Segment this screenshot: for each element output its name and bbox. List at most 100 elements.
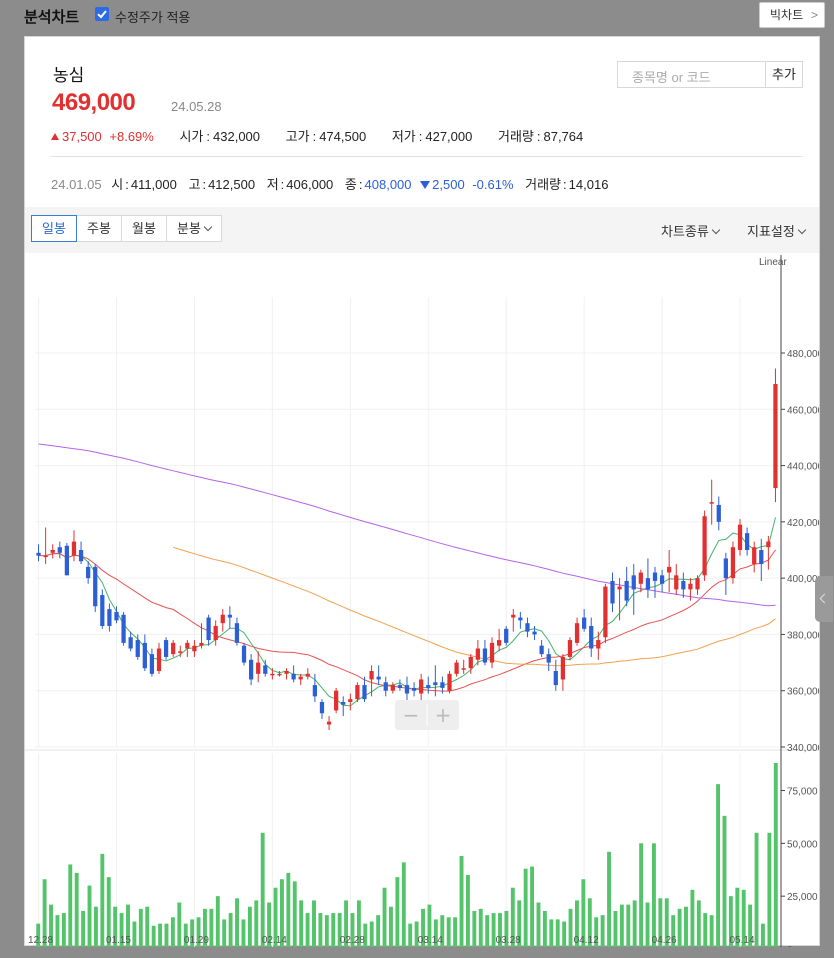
volume-bar xyxy=(68,864,73,947)
volume-bar xyxy=(55,915,60,947)
hover-close-label: 종 xyxy=(344,177,357,192)
candle-body xyxy=(546,654,551,663)
candle-body xyxy=(312,685,318,697)
side-panel-handle[interactable] xyxy=(815,576,833,622)
candle-body xyxy=(185,642,190,649)
candle-body xyxy=(277,673,282,676)
candle-body xyxy=(376,676,381,680)
tab-weekly[interactable]: 주봉 xyxy=(76,215,122,242)
y-tick-label: 380,000 xyxy=(787,630,819,641)
tab-daily[interactable]: 일봉 xyxy=(31,215,77,242)
candle-body xyxy=(121,614,126,643)
price-volume-chart[interactable]: 480,000460,000440,000420,000400,000380,0… xyxy=(25,253,819,947)
candle-body xyxy=(681,580,686,590)
volume-bar xyxy=(651,843,656,947)
add-stock-button[interactable]: 추가 xyxy=(765,61,803,88)
chart-type-menu[interactable]: 차트종류 xyxy=(661,221,721,240)
candle-body xyxy=(752,547,757,565)
volume-bar xyxy=(690,889,695,947)
chevron-down-icon xyxy=(711,225,721,235)
current-price: 469,000 xyxy=(52,89,136,116)
volume-bar xyxy=(331,913,336,947)
candle-body xyxy=(603,586,608,638)
y-tick-label: 340,000 xyxy=(787,743,819,754)
indicator-settings-menu[interactable]: 지표설정 xyxy=(747,221,807,240)
x-tick-label: 04.12 xyxy=(574,935,599,946)
candle-body xyxy=(390,685,395,691)
price-change-pct: +8.69% xyxy=(109,129,154,144)
candle-body xyxy=(624,580,629,601)
top-toolbar: 분석차트 수정주가 적용 빅차트 > xyxy=(0,0,834,30)
candle-body xyxy=(36,552,41,556)
zoom-in-button[interactable]: + xyxy=(435,703,452,727)
candle-body xyxy=(688,583,693,590)
zoom-out-button[interactable]: − xyxy=(403,703,420,727)
low-label: 저가 xyxy=(391,129,416,144)
volume-bar xyxy=(260,832,265,947)
candle-body xyxy=(206,617,211,641)
candle-body xyxy=(319,701,325,714)
volume-bar xyxy=(93,906,98,947)
volume-bar xyxy=(138,908,143,947)
volume-bar xyxy=(286,872,291,947)
volume-bar xyxy=(607,851,611,947)
candle-body xyxy=(128,637,133,649)
adjusted-price-checkbox[interactable] xyxy=(95,7,109,21)
tab-monthly[interactable]: 월봉 xyxy=(121,215,167,242)
tab-minute[interactable]: 분봉 xyxy=(166,215,222,242)
candle-body xyxy=(638,572,643,584)
volume-bar xyxy=(408,923,413,947)
volume-bar xyxy=(472,910,477,947)
big-chart-button[interactable]: 빅차트 > xyxy=(759,2,825,28)
candle-body xyxy=(107,609,112,626)
candle-body xyxy=(631,575,636,590)
candle-body xyxy=(397,685,403,688)
candle-body xyxy=(652,572,658,581)
candle-body xyxy=(582,617,587,629)
volume-bar xyxy=(626,904,631,947)
arrow-down-icon xyxy=(420,181,431,189)
x-tick-label: 12.28 xyxy=(28,935,53,946)
candle-body xyxy=(539,645,544,655)
x-tick-label: 03.14 xyxy=(418,935,443,946)
candle-body xyxy=(695,578,700,590)
candle-body xyxy=(192,645,197,652)
candle-body xyxy=(234,623,240,643)
volume-bar xyxy=(235,898,239,947)
volume-bar xyxy=(228,913,233,947)
candle-body xyxy=(383,682,388,691)
volume-bar xyxy=(709,915,714,947)
volume-bars xyxy=(36,763,778,947)
candle-body xyxy=(149,654,155,674)
volume-bar xyxy=(324,915,329,947)
candle-body xyxy=(723,558,728,579)
stock-search-input[interactable]: 종목명 or 코드 xyxy=(617,61,765,88)
check-icon xyxy=(97,10,107,19)
volume-bar xyxy=(696,900,701,947)
page-title: 분석차트 xyxy=(24,9,80,26)
y-tick-label: 480,000 xyxy=(787,349,819,360)
candle-body xyxy=(447,673,452,691)
volume-bar xyxy=(254,900,259,947)
volume-bar xyxy=(716,784,721,947)
volume-bar xyxy=(151,925,156,947)
tab-minute-label: 분봉 xyxy=(177,221,201,236)
open-label: 시가 xyxy=(179,129,204,144)
candle-body xyxy=(518,617,523,621)
candle-body xyxy=(270,673,275,676)
candle-body xyxy=(596,640,601,649)
hover-change: 2,500 xyxy=(420,177,465,192)
candle-body xyxy=(504,628,509,643)
volume-bar xyxy=(459,856,464,947)
candle-body xyxy=(659,575,665,584)
candle-body xyxy=(362,685,367,700)
volume-bar xyxy=(170,917,175,947)
candle-body xyxy=(142,642,147,669)
volume-tick-label: 25,000 xyxy=(787,892,818,903)
volume-bar xyxy=(209,908,214,947)
chart-grid xyxy=(25,297,819,947)
chevron-right-icon: > xyxy=(810,8,818,22)
candle-body xyxy=(589,625,594,649)
adjusted-price-label[interactable]: 수정주가 적용 xyxy=(115,7,190,26)
candle-body xyxy=(744,533,750,550)
